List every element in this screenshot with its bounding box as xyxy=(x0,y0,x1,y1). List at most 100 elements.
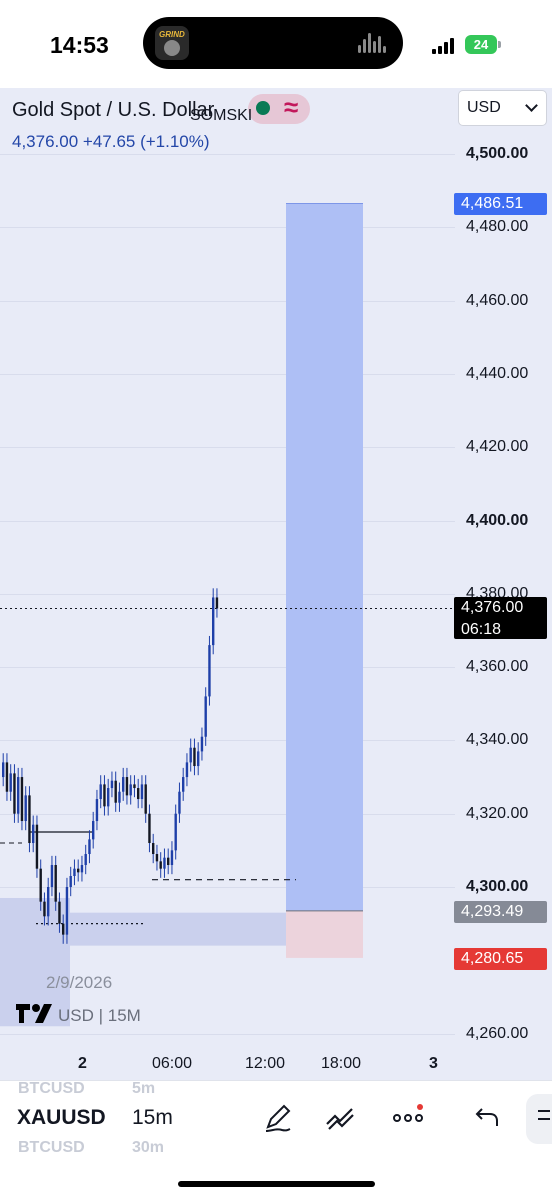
candle-body xyxy=(110,780,114,789)
candle-body xyxy=(24,795,27,822)
candle-body xyxy=(5,762,9,792)
stop-price-tag-text: 4,280.65 xyxy=(461,950,524,967)
entry-price-tag-text: 4,293.49 xyxy=(461,903,524,920)
candle-body xyxy=(178,791,181,814)
candle-body xyxy=(54,865,57,902)
candle-body xyxy=(185,762,189,778)
candle-body xyxy=(88,839,91,855)
current-price-tag-text: 4,376.00 xyxy=(461,599,524,616)
currency-label: USD xyxy=(467,99,501,116)
candle-body xyxy=(32,824,35,844)
undo-icon[interactable] xyxy=(468,1100,504,1136)
candle-body xyxy=(125,777,129,796)
home-indicator[interactable] xyxy=(178,1181,375,1187)
candle-body xyxy=(43,901,46,917)
chart-style-icon[interactable] xyxy=(322,1100,358,1136)
candle-body xyxy=(144,784,147,814)
candle-body xyxy=(167,857,170,866)
candle-body xyxy=(80,865,84,873)
time-axis-label: 12:00 xyxy=(245,1055,286,1072)
symbol-scroll-below[interactable]: BTCUSD xyxy=(18,1139,85,1157)
price-axis-label: 4,260.00 xyxy=(466,1024,529,1042)
chart-plot[interactable] xyxy=(0,88,455,1080)
price-axis-label: 4,340.00 xyxy=(466,731,529,749)
symbol-scroll-above[interactable]: BTCUSD xyxy=(18,1080,85,1098)
candle-body xyxy=(193,747,196,767)
demand-zone-extended xyxy=(70,912,302,946)
price-axis-label: 4,400.00 xyxy=(466,511,529,529)
candle-body xyxy=(122,777,125,792)
candle-body xyxy=(159,861,162,869)
candle-body xyxy=(77,868,80,873)
cellular-signal-icon xyxy=(432,38,458,54)
candle-body xyxy=(73,868,76,877)
candle-body xyxy=(189,747,192,763)
candle-body xyxy=(39,868,42,902)
candle-body xyxy=(50,865,54,887)
candle-body xyxy=(163,857,166,869)
candle-body xyxy=(92,821,95,840)
candle-body xyxy=(103,784,106,807)
candle-body xyxy=(69,876,72,887)
candle-body xyxy=(62,923,65,935)
price-axis-label: 4,300.00 xyxy=(466,878,529,895)
candle-body xyxy=(65,887,69,935)
symbol-picker[interactable]: XAUUSD xyxy=(17,1106,106,1130)
pen-icon[interactable] xyxy=(260,1100,296,1136)
battery-cap xyxy=(498,41,501,48)
battery-level: 24 xyxy=(473,37,489,52)
target-price-tag-text: 4,486.51 xyxy=(461,195,524,212)
island-app-icon[interactable]: GRIND xyxy=(155,26,189,60)
interval-picker[interactable]: 15m xyxy=(132,1106,173,1130)
candle-body xyxy=(28,795,31,844)
candle-body xyxy=(47,887,50,917)
candle-body xyxy=(58,901,61,924)
candle-body xyxy=(152,843,155,855)
chevron-down-icon xyxy=(525,99,538,112)
more-icon[interactable] xyxy=(390,1100,426,1136)
candle-body xyxy=(35,824,39,869)
candle-body xyxy=(114,780,117,803)
candle-body xyxy=(204,696,207,737)
indicator-wave-icon[interactable]: ≈ xyxy=(284,92,298,123)
position-target-zone xyxy=(286,203,363,911)
audio-wave-icon xyxy=(358,33,390,53)
time-axis-label: 06:00 xyxy=(152,1055,193,1072)
tradingview-logo-icon xyxy=(16,1004,52,1023)
interval-scroll-below[interactable]: 30m xyxy=(132,1139,164,1157)
target-price-tag: 4,486.51 xyxy=(454,193,547,215)
candle-body xyxy=(129,784,132,796)
price-axis-label: 4,420.00 xyxy=(466,438,529,456)
drawing-panel-handle[interactable] xyxy=(526,1094,552,1144)
candle-body xyxy=(107,788,110,807)
entry-price-tag: 4,293.49 xyxy=(454,901,547,923)
island-app-label: GRIND xyxy=(159,30,185,39)
chart-symbol-label: USD | 15M xyxy=(58,1006,141,1025)
candle-body xyxy=(133,784,136,789)
candle-body xyxy=(137,788,140,800)
dynamic-island[interactable]: GRIND xyxy=(143,17,403,69)
price-axis-label: 4,460.00 xyxy=(466,291,529,309)
candle-body xyxy=(200,736,204,752)
candle-body xyxy=(2,762,5,778)
candle-body xyxy=(182,777,185,792)
candle-body xyxy=(118,791,121,803)
candle-body xyxy=(208,645,211,697)
status-time: 14:53 xyxy=(50,32,109,58)
candle-body xyxy=(20,777,24,822)
indicator-name: SOMSKI xyxy=(190,107,253,124)
indicator-status-icon xyxy=(256,101,270,115)
interval-scroll-above[interactable]: 5m xyxy=(132,1080,155,1098)
candle-body xyxy=(84,854,87,866)
price-axis-label: 4,500.00 xyxy=(466,145,529,162)
candle-body xyxy=(215,597,219,609)
candle-body xyxy=(155,854,159,862)
candle-body xyxy=(170,850,174,866)
price-axis-label: 4,440.00 xyxy=(466,364,529,382)
currency-selector[interactable]: USD xyxy=(459,91,546,125)
candle-body xyxy=(17,777,20,814)
price-axis-label: 4,320.00 xyxy=(466,804,529,822)
candle-body xyxy=(95,799,99,822)
candle-body xyxy=(9,773,12,792)
candle-body xyxy=(13,773,16,814)
